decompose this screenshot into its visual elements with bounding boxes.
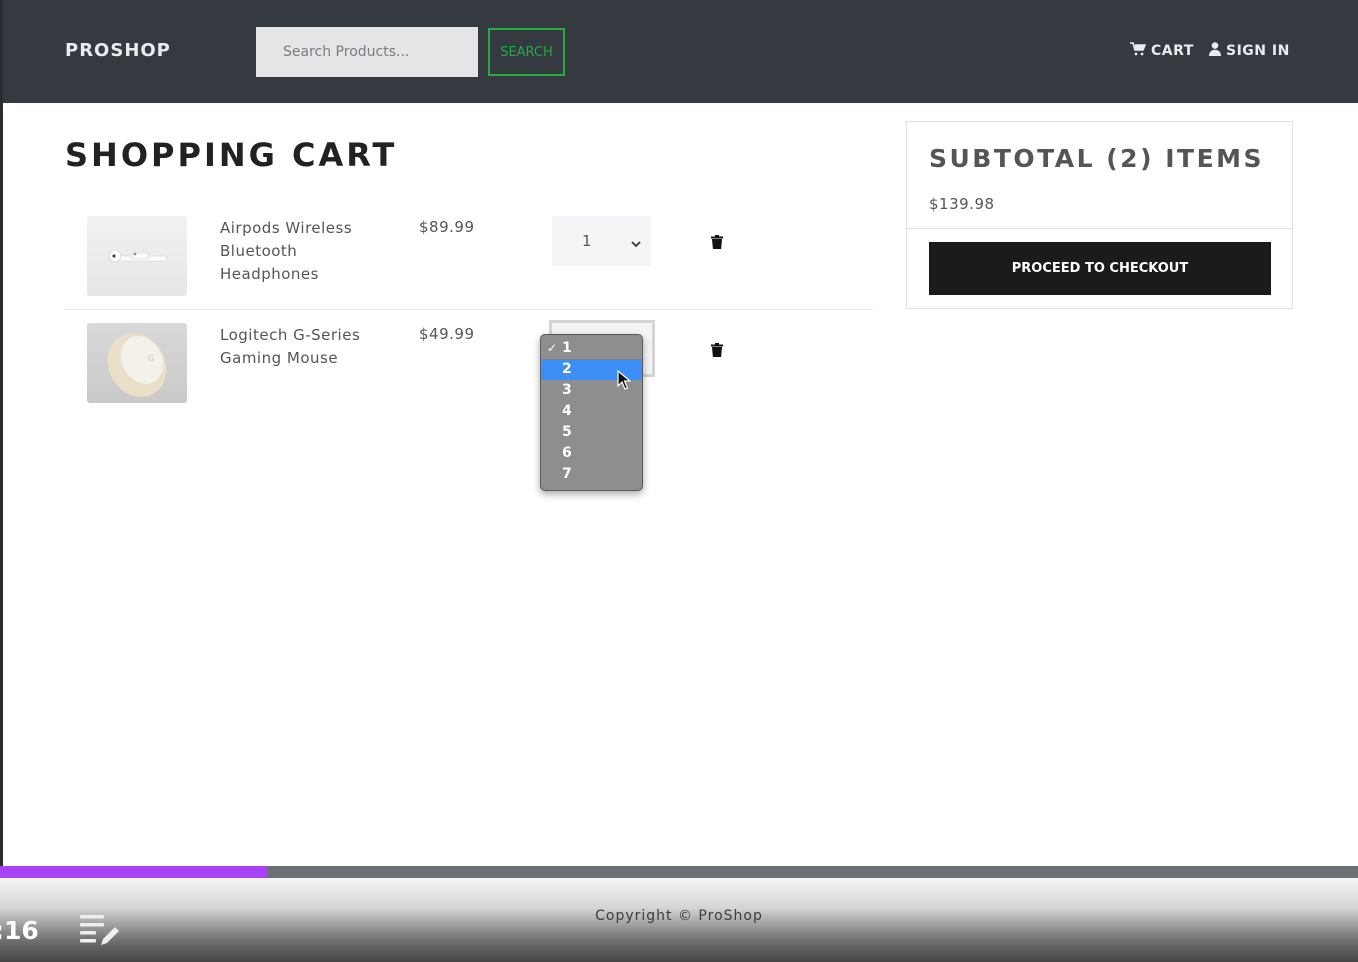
trash-icon[interactable] [711,342,723,357]
svg-text:G: G [148,354,154,363]
playlist-edit-icon[interactable] [79,913,123,953]
dropdown-option[interactable]: ✓ 1 [541,338,642,359]
dropdown-option[interactable]: 4 [541,401,642,422]
quantity-value: 1 [582,232,592,250]
proceed-to-checkout-button[interactable]: PROCEED TO CHECKOUT [929,242,1271,295]
video-timecode: :16 [0,916,39,945]
navbar: PROSHOP SEARCH CART SIGN IN [3,0,1358,103]
search-button[interactable]: SEARCH [488,28,565,76]
quantity-dropdown-menu: ✓ 1 2 3 4 5 6 7 [540,334,643,491]
quantity-select[interactable]: 1 [552,216,651,266]
nav-cart-link[interactable]: CART [1130,42,1194,60]
product-image-mouse[interactable]: G [87,323,187,403]
row-divider [65,309,873,310]
dropdown-option[interactable]: 6 [541,443,642,464]
checkmark-icon: ✓ [547,341,558,355]
product-image-airpods[interactable] [87,216,187,296]
subtotal-amount: $139.98 [929,195,995,213]
product-price: $49.99 [419,325,475,343]
nav-signin-label: SIGN IN [1226,43,1290,59]
trash-icon[interactable] [711,234,723,249]
cart-icon [1130,42,1147,60]
user-icon [1209,42,1221,60]
search-input[interactable] [256,27,478,77]
nav-cart-label: CART [1151,43,1194,59]
chevron-down-icon [631,234,641,252]
window-edge [0,0,3,866]
subtotal-card: SUBTOTAL (2) ITEMS $139.98 PROCEED TO CH… [906,121,1293,309]
product-name-link[interactable]: Airpods Wireless Bluetooth Headphones [220,217,390,286]
page-title: SHOPPING CART [65,136,398,174]
subtotal-title: SUBTOTAL (2) ITEMS [929,144,1265,173]
mouse-cursor-icon [617,369,632,394]
video-progress-fill [0,866,268,878]
nav-signin-link[interactable]: SIGN IN [1209,42,1290,60]
dropdown-option[interactable]: 5 [541,422,642,443]
footer: Copyright © ProShop :16 [0,878,1358,962]
video-progress-bar[interactable] [0,866,1358,878]
card-divider [907,228,1292,229]
brand-logo[interactable]: PROSHOP [65,40,171,61]
copyright-text: Copyright © ProShop [595,908,763,924]
dropdown-option[interactable]: 7 [541,464,642,485]
page: PROSHOP SEARCH CART SIGN IN SHOPPING CAR… [0,0,1358,962]
product-price: $89.99 [419,218,475,236]
product-name-link[interactable]: Logitech G-Series Gaming Mouse [220,324,390,370]
